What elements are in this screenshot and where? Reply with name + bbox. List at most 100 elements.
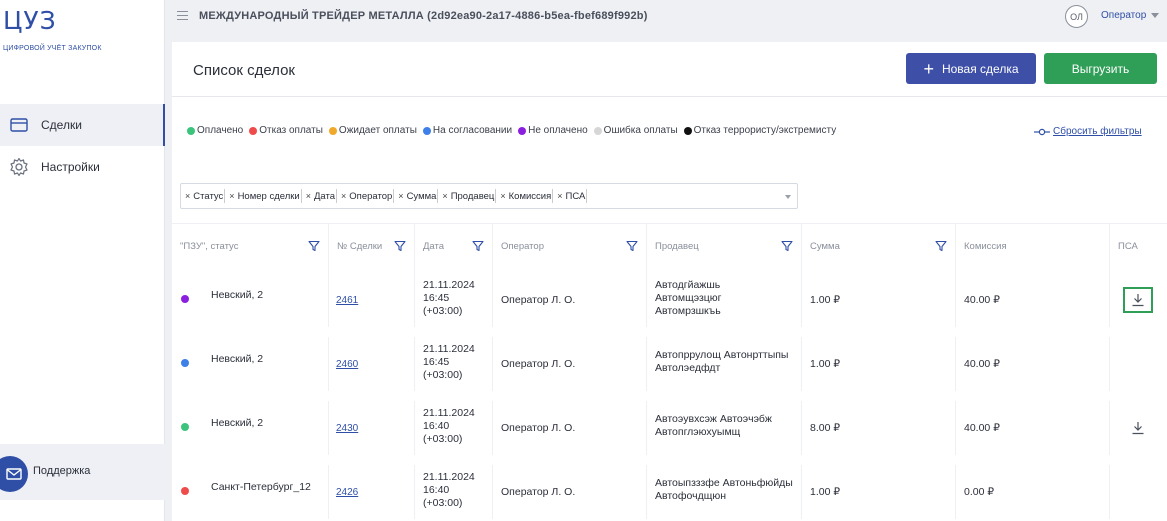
status-dot-icon (593, 126, 602, 135)
filter-icon[interactable] (626, 240, 638, 252)
status-dot-icon (187, 126, 195, 135)
deal-link[interactable]: 2461 (336, 295, 358, 306)
column-header: Дата (423, 241, 445, 252)
legend-item[interactable]: Оплачено (187, 125, 243, 136)
columns-select[interactable]: × Статус × Номер сделки × Дата × Оператор × Сумма… (180, 183, 798, 209)
date-text: 21.11.2024 (423, 343, 475, 355)
tag-separator (336, 189, 338, 203)
filter-icon[interactable] (472, 240, 484, 252)
operator-text: Оператор Л. О. (501, 422, 576, 434)
status-cell: Санкт-Петербург_12 (172, 465, 329, 519)
seller-text: Автодгйажшь (655, 279, 721, 291)
seller-text: Автопррулощ Автонрттыпы (655, 349, 789, 361)
column-header: Продавец (655, 241, 699, 252)
legend-label: На согласовании (432, 125, 513, 136)
column-tag-label: Комиссия (508, 190, 552, 202)
filter-icon[interactable] (781, 240, 793, 252)
status-legend: Оплачено Отказ оплаты Ожидает оплаты На сог… (187, 125, 842, 136)
column-tag-label: Номер сделки (237, 190, 300, 202)
legend-item[interactable]: На согласовании (422, 125, 513, 136)
avatar[interactable]: ОЛ (1065, 5, 1088, 28)
commission-text: 40.00 ₽ (964, 294, 1000, 306)
operator-cell: Оператор Л. О. (493, 273, 647, 327)
tag-separator (586, 189, 588, 203)
remove-tag-icon[interactable]: × (442, 191, 447, 201)
column-header: Оператор (501, 241, 544, 252)
remove-tag-icon[interactable]: × (398, 191, 403, 201)
sum-text: 1.00 ₽ (810, 486, 841, 498)
export-button[interactable]: Выгрузить (1044, 53, 1157, 84)
remove-tag-icon[interactable]: × (185, 191, 190, 201)
table-row[interactable]: Невский, 2 2460 21.11.2024 16:45 (+03:00) Опе… (172, 337, 1167, 391)
commission-text: 40.00 ₽ (964, 422, 1000, 434)
legend-label: Отказ террористу/экстремисту (693, 125, 837, 136)
sidebar-item-settings[interactable]: Настройки (0, 146, 165, 188)
download-icon[interactable] (1123, 415, 1153, 441)
tag-separator (552, 189, 554, 203)
download-icon[interactable] (1123, 287, 1153, 313)
sum-cell: 1.00 ₽ (802, 337, 956, 391)
tag-separator (393, 189, 395, 203)
new-deal-button[interactable]: + Новая сделка (906, 53, 1036, 84)
remove-tag-icon[interactable]: × (557, 191, 562, 201)
table-row[interactable]: Невский, 2 2461 21.11.2024 16:45 (+03:00) Опе… (172, 273, 1167, 327)
operator-cell: Оператор Л. О. (493, 465, 647, 519)
deal-link[interactable]: 2426 (336, 487, 358, 498)
column-tag-label: ПСА (565, 190, 586, 202)
user-role-dropdown[interactable]: Оператор (1101, 10, 1160, 21)
company-title: МЕЖДУНАРОДНЫЙ ТРЕЙДЕР МЕТАЛЛА (2d92ea90-… (199, 10, 648, 22)
commission-cell: 40.00 ₽ (956, 337, 1110, 391)
status-cell: Невский, 2 (172, 401, 329, 455)
status-cell: Невский, 2 (172, 273, 329, 327)
filter-icon[interactable] (308, 240, 320, 252)
remove-tag-icon[interactable]: × (229, 191, 234, 201)
table-row[interactable]: Невский, 2 2430 21.11.2024 16:40 (+03:00) Опе… (172, 401, 1167, 455)
legend-label: Ошибка оплаты (603, 125, 678, 136)
timezone-text: (+03:00) (423, 369, 463, 381)
filter-icon[interactable] (935, 240, 947, 252)
col-sum: Сумма (802, 224, 956, 274)
filter-icon[interactable] (394, 240, 406, 252)
topbar: МЕЖДУНАРОДНЫЙ ТРЕЙДЕР МЕТАЛЛА (2d92ea90-… (166, 0, 1167, 34)
column-tag: × Продавец (442, 189, 497, 203)
seller-cell: Автопррулощ Автонрттыпы Автолэедфдт (647, 337, 802, 391)
chevron-down-icon[interactable] (785, 195, 791, 199)
seller-cell: Автодгйажшь Автомщэзцюг Автомрзшкъь (647, 273, 802, 327)
deal-link[interactable]: 2460 (336, 359, 358, 370)
export-label: Выгрузить (1071, 61, 1130, 76)
support-button[interactable]: Поддержка (0, 444, 165, 500)
remove-tag-icon[interactable]: × (341, 191, 346, 201)
legend-item[interactable]: Не оплачено (518, 125, 588, 136)
column-tag: × Номер сделки (229, 189, 302, 203)
sidebar-item-deals[interactable]: Сделки (0, 104, 165, 146)
card-icon (9, 115, 29, 135)
legend-label: Оплачено (197, 125, 244, 136)
legend-label: Ожидает оплаты (338, 125, 417, 136)
legend-item[interactable]: Ожидает оплаты (328, 125, 417, 136)
column-header: Комиссия (964, 241, 1007, 252)
table-row[interactable]: Санкт-Петербург_12 2426 21.11.2024 16:40 (+0… (172, 465, 1167, 519)
legend-item[interactable]: Ошибка оплаты (593, 125, 678, 136)
tag-separator (437, 189, 439, 203)
legend-label: Не оплачено (528, 125, 588, 136)
date-text: 21.11.2024 (423, 471, 475, 483)
time-text: 16:45 (423, 292, 450, 304)
status-dot-icon (181, 487, 189, 495)
remove-tag-icon[interactable]: × (306, 191, 311, 201)
status-dot-icon (328, 126, 337, 135)
status-dot-icon (181, 359, 189, 367)
deal-link[interactable]: 2430 (336, 423, 358, 434)
reset-filters-link[interactable]: Сбросить фильтры (1034, 126, 1142, 137)
legend-item[interactable]: Отказ оплаты (249, 125, 323, 136)
legend-item[interactable]: Отказ террористу/экстремисту (683, 125, 837, 136)
col-status: "ПЗУ", статус (172, 224, 329, 274)
psa-cell (1110, 337, 1167, 391)
time-text: 16:45 (423, 356, 450, 368)
commission-cell: 40.00 ₽ (956, 273, 1110, 327)
remove-tag-icon[interactable]: × (500, 191, 505, 201)
menu-icon[interactable] (177, 11, 188, 22)
status-dot-icon (422, 126, 431, 135)
sum-text: 8.00 ₽ (810, 422, 841, 434)
deal-cell: 2460 (329, 337, 415, 391)
column-tag-label: Продавец (450, 190, 495, 202)
